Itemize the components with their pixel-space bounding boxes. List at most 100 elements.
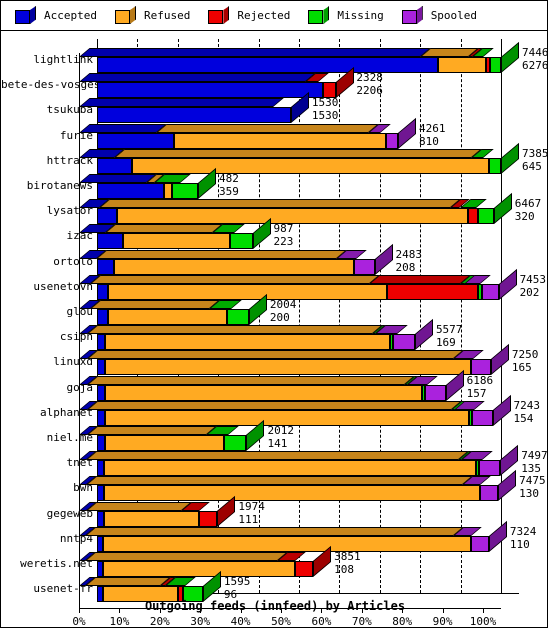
bar-segment-accepted[interactable] <box>97 132 174 149</box>
bar-segment-refused[interactable] <box>105 359 471 376</box>
bar-segment-accepted[interactable] <box>97 157 133 174</box>
bar-segment-refused[interactable] <box>123 233 231 250</box>
bar-segment-accepted[interactable] <box>97 460 105 477</box>
bar-segment-top <box>79 174 157 183</box>
bar-segment-missing[interactable] <box>226 309 249 325</box>
cube-icon <box>15 6 37 25</box>
bar-segment-accepted[interactable] <box>97 485 105 502</box>
bar-segment-accepted[interactable] <box>97 57 438 73</box>
bar-segment-accepted[interactable] <box>97 233 124 250</box>
bar-segment-top <box>79 123 167 133</box>
bar-total-value: 1974 <box>238 499 265 513</box>
bar-segment-accepted[interactable] <box>97 435 106 451</box>
bar-segment-refused[interactable] <box>113 258 355 275</box>
bar-segment-spooled[interactable] <box>425 384 446 401</box>
bar-row-label: lightlink <box>33 53 93 66</box>
bar-segment-spooled[interactable] <box>470 359 491 376</box>
bar-segment-accepted[interactable] <box>97 359 106 376</box>
bar-segment-refused[interactable] <box>105 334 390 351</box>
bar-segment-refused[interactable] <box>132 157 489 174</box>
bar-total-value: 4261 <box>418 121 446 135</box>
bar-accepted-value: 135 <box>521 462 542 476</box>
bar-segment-accepted[interactable] <box>97 82 324 99</box>
bar-segment-side <box>414 319 433 351</box>
bar-segment-refused[interactable] <box>105 384 423 401</box>
bar-segment-missing[interactable] <box>488 157 501 174</box>
legend-item-refused[interactable]: Refused <box>114 6 190 25</box>
bar-row-label: httrack <box>46 153 93 167</box>
bar-segment-spooled[interactable] <box>479 460 501 477</box>
x-tick-label: 50% <box>271 615 291 628</box>
bar-segment-missing[interactable] <box>224 435 247 451</box>
bar-segment-refused[interactable] <box>103 535 471 552</box>
legend-label: Rejected <box>237 9 291 22</box>
bar-segment-top <box>86 451 469 461</box>
x-tick-label: 10% <box>109 615 130 628</box>
gridline <box>379 39 381 593</box>
bar-total-value: 6186 <box>466 373 494 387</box>
bar-accepted-value: 1530 <box>311 109 339 123</box>
bar-row-label: ortolo <box>53 254 93 268</box>
bar-segment-top <box>105 224 224 234</box>
bar-segment-refused[interactable] <box>104 510 200 527</box>
bar-segment-spooled[interactable] <box>354 258 375 275</box>
bar-segment-accepted[interactable] <box>97 384 106 401</box>
bar-segment-missing[interactable] <box>489 57 501 73</box>
bar-segment-top <box>368 274 471 284</box>
bar-segment-refused[interactable] <box>104 485 480 502</box>
bar-total-value: 5577 <box>435 323 463 337</box>
bar-segment-refused[interactable] <box>107 283 387 300</box>
bar-segment-accepted[interactable] <box>97 183 164 199</box>
x-tick-label: 0% <box>72 615 86 628</box>
bar-segment-rejected[interactable] <box>199 510 218 527</box>
bar-segment-missing[interactable] <box>171 183 198 199</box>
bar-segment-accepted[interactable] <box>97 409 106 426</box>
cube-icon <box>208 6 230 25</box>
bar-segment-accepted[interactable] <box>97 208 117 225</box>
bar-segment-accepted[interactable] <box>97 258 114 275</box>
bar-segment-refused[interactable] <box>437 57 487 73</box>
bar-segment-accepted[interactable] <box>97 510 105 527</box>
bar-accepted-value: 154 <box>513 411 534 425</box>
legend-item-spooled[interactable]: Spooled <box>401 6 477 25</box>
bar-total-value: 1595 <box>223 575 251 589</box>
bar-segment-refused[interactable] <box>105 435 225 451</box>
bar-segment-rejected[interactable] <box>386 283 478 300</box>
bar-segment-spooled[interactable] <box>385 132 398 149</box>
bar-segment-refused[interactable] <box>163 183 172 199</box>
bar-segment-rejected[interactable] <box>468 208 478 225</box>
bar-segment-accepted[interactable] <box>97 107 291 124</box>
bar-row-label: nntp4 <box>59 531 93 545</box>
bar-accepted-value: 165 <box>511 361 532 375</box>
legend-item-rejected[interactable]: Rejected <box>208 6 290 25</box>
bar-segment-spooled[interactable] <box>482 283 499 300</box>
chart-title: Outgoing feeds (innfeed) by Articles <box>144 599 406 613</box>
bar-segment-top <box>86 501 192 511</box>
bar-segment-spooled[interactable] <box>392 334 415 351</box>
cube-icon <box>401 6 424 25</box>
bar-segment-top <box>87 350 464 360</box>
bar-segment-refused[interactable] <box>104 460 476 477</box>
bar-segment-refused[interactable] <box>107 309 227 325</box>
legend-item-missing[interactable]: Missing <box>308 6 384 25</box>
bar-segment-missing[interactable] <box>477 208 494 225</box>
bar-segment-spooled[interactable] <box>472 409 493 426</box>
chart-plot-area: 0% 10% 20% 30% 40% 50% 60% 70% 80% 90% 100% lightl… <box>1 31 547 628</box>
bar-segment-top <box>87 400 462 410</box>
bar-segment-accepted[interactable] <box>97 283 108 300</box>
bar-accepted-value: 223 <box>273 235 294 249</box>
bar-segment-spooled[interactable] <box>479 485 499 502</box>
legend-item-accepted[interactable]: Accepted <box>15 6 97 25</box>
bar-accepted-value: 169 <box>435 336 456 350</box>
bar-segment-refused[interactable] <box>103 561 295 577</box>
bar-segment-accepted[interactable] <box>97 334 106 351</box>
bar-row-label: furie <box>59 128 93 142</box>
bar-accepted-value: 208 <box>395 260 416 274</box>
bar-segment-top <box>85 577 171 587</box>
bar-segment-accepted[interactable] <box>97 309 108 325</box>
x-tick-label: 30% <box>190 615 211 628</box>
bar-segment-rejected[interactable] <box>294 561 314 577</box>
bar-segment-spooled[interactable] <box>470 535 489 552</box>
bar-segment-refused[interactable] <box>173 132 386 149</box>
bar-segment-missing[interactable] <box>230 233 253 250</box>
